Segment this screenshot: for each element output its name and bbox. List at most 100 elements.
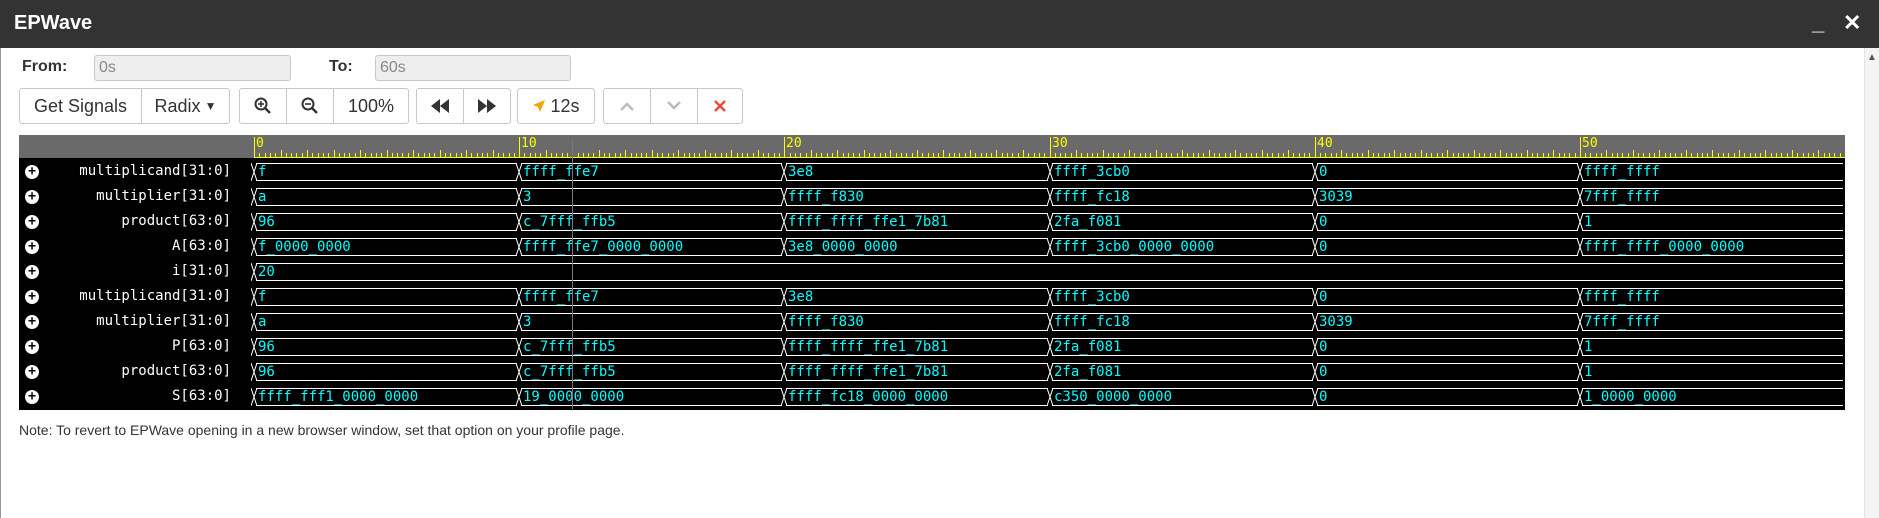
signal-value-segment[interactable]: 3 bbox=[521, 188, 782, 206]
vertical-scrollbar[interactable]: ▲ bbox=[1864, 48, 1879, 518]
radix-button[interactable]: Radix ▼ bbox=[141, 88, 230, 124]
signal-waveform[interactable]: f ffff_ffe7 3e8 ffff_3cb0 0 ffff_ffff bbox=[251, 285, 1845, 308]
time-cursor[interactable] bbox=[572, 139, 573, 409]
signal-value-segment[interactable]: ffff_fc18_0000_0000 bbox=[786, 388, 1048, 406]
signal-value-segment[interactable]: ffff_fc18 bbox=[1052, 188, 1313, 206]
expand-signal-icon[interactable]: + bbox=[25, 190, 39, 204]
time-ruler[interactable]: 0 10 20 30 40 50 bbox=[19, 135, 1845, 158]
signal-value-segment[interactable]: 0 bbox=[1317, 213, 1578, 231]
signal-value-segment[interactable]: ffff_3cb0 bbox=[1052, 288, 1313, 306]
signal-waveform[interactable]: 96 c_7fff_ffb5 ffff_ffff_ffe1_7b81 2fa_f081… bbox=[251, 360, 1845, 383]
signal-value-segment[interactable]: ffff_f830 bbox=[786, 188, 1048, 206]
signal-value-segment[interactable]: ffff_ffff bbox=[1582, 288, 1843, 306]
signal-value-segment[interactable]: ffff_ffff_ffe1_7b81 bbox=[786, 338, 1048, 356]
signal-value-segment[interactable]: 0 bbox=[1317, 338, 1578, 356]
signal-value-segment[interactable]: ffff_ffff_ffe1_7b81 bbox=[786, 363, 1048, 381]
signal-value-segment[interactable]: 0 bbox=[1317, 163, 1578, 181]
signal-waveform[interactable]: 96 c_7fff_ffb5 ffff_ffff_ffe1_7b81 2fa_f081… bbox=[251, 210, 1845, 233]
signal-value-segment[interactable]: c_7fff_ffb5 bbox=[521, 213, 782, 231]
signal-label-row[interactable]: + P[63:0] bbox=[19, 335, 254, 358]
expand-signal-icon[interactable]: + bbox=[25, 315, 39, 329]
signal-value-segment[interactable]: f bbox=[256, 288, 517, 306]
signal-value-segment[interactable]: ffff_ffe7 bbox=[521, 163, 782, 181]
signal-value-segment[interactable]: 3 bbox=[521, 313, 782, 331]
get-signals-button[interactable]: Get Signals bbox=[19, 88, 142, 124]
signal-waveform[interactable]: f_0000_0000 ffff_ffe7_0000_0000 3e8_0000_0… bbox=[251, 235, 1845, 258]
signal-label-row[interactable]: + multiplier[31:0] bbox=[19, 185, 254, 208]
signal-label-row[interactable]: + A[63:0] bbox=[19, 235, 254, 258]
signal-waveform[interactable]: a 3 ffff_f830 ffff_fc18 3039 7fff_ffff bbox=[251, 310, 1845, 333]
signal-value-segment[interactable]: 1 bbox=[1582, 363, 1843, 381]
signal-label-row[interactable]: + multiplicand[31:0] bbox=[19, 160, 254, 183]
signal-value-segment[interactable]: 3039 bbox=[1317, 188, 1578, 206]
cursor-time-button[interactable]: 12s bbox=[517, 88, 595, 124]
signal-value-segment[interactable]: 7fff_ffff bbox=[1582, 188, 1843, 206]
expand-signal-icon[interactable]: + bbox=[25, 215, 39, 229]
scroll-up-icon[interactable]: ▲ bbox=[1867, 52, 1877, 63]
signal-value-segment[interactable]: 1 bbox=[1582, 338, 1843, 356]
signal-value-segment[interactable]: f_0000_0000 bbox=[256, 238, 517, 256]
signal-value-segment[interactable]: 96 bbox=[256, 213, 517, 231]
signal-value-segment[interactable]: ffff_ffe7 bbox=[521, 288, 782, 306]
signal-value-segment[interactable]: ffff_3cb0 bbox=[1052, 163, 1313, 181]
signal-waveform[interactable]: f ffff_ffe7 3e8 ffff_3cb0 0 ffff_ffff bbox=[251, 160, 1845, 183]
signal-value-segment[interactable]: 3e8_0000_0000 bbox=[786, 238, 1048, 256]
move-down-button[interactable] bbox=[650, 88, 698, 124]
signal-waveform[interactable]: 96 c_7fff_ffb5 ffff_ffff_ffe1_7b81 2fa_f081… bbox=[251, 335, 1845, 358]
waveform-viewer[interactable]: 0 10 20 30 40 50 + multiplicand[31:0] f ffff_ffe… bbox=[19, 135, 1845, 410]
signal-value-segment[interactable]: f bbox=[256, 163, 517, 181]
expand-signal-icon[interactable]: + bbox=[25, 290, 39, 304]
from-field[interactable] bbox=[94, 55, 291, 81]
expand-signal-icon[interactable]: + bbox=[25, 240, 39, 254]
signal-value-segment[interactable]: ffff_ffff_0000_0000 bbox=[1582, 238, 1843, 256]
previous-transition-button[interactable] bbox=[416, 88, 464, 124]
next-transition-button[interactable] bbox=[463, 88, 511, 124]
signal-label-row[interactable]: + product[63:0] bbox=[19, 210, 254, 233]
signal-value-segment[interactable]: ffff_fff1_0000_0000 bbox=[256, 388, 517, 406]
signal-value-segment[interactable]: ffff_fc18 bbox=[1052, 313, 1313, 331]
signal-value-segment[interactable]: ffff_ffff bbox=[1582, 163, 1843, 181]
signal-waveform[interactable]: 20 bbox=[251, 260, 1845, 283]
signal-value-segment[interactable]: c_7fff_ffb5 bbox=[521, 363, 782, 381]
signal-label-row[interactable]: + multiplier[31:0] bbox=[19, 310, 254, 333]
expand-signal-icon[interactable]: + bbox=[25, 390, 39, 404]
signal-value-segment[interactable]: 2fa_f081 bbox=[1052, 338, 1313, 356]
signal-label-row[interactable]: + multiplicand[31:0] bbox=[19, 285, 254, 308]
signal-waveform[interactable]: a 3 ffff_f830 ffff_fc18 3039 7fff_ffff bbox=[251, 185, 1845, 208]
signal-value-segment[interactable]: a bbox=[256, 188, 517, 206]
signal-value-segment[interactable]: a bbox=[256, 313, 517, 331]
signal-value-segment[interactable]: 0 bbox=[1317, 288, 1578, 306]
signal-value-segment[interactable]: 0 bbox=[1317, 388, 1578, 406]
signal-value-segment[interactable]: 0 bbox=[1317, 238, 1578, 256]
signal-value-segment[interactable]: 3039 bbox=[1317, 313, 1578, 331]
zoom-in-button[interactable] bbox=[239, 88, 287, 124]
signal-value-segment[interactable]: 1_0000_0000 bbox=[1582, 388, 1843, 406]
signal-value-segment[interactable]: c350_0000_0000 bbox=[1052, 388, 1313, 406]
move-up-button[interactable] bbox=[603, 88, 651, 124]
signal-value-segment[interactable]: 96 bbox=[256, 338, 517, 356]
zoom-out-button[interactable] bbox=[286, 88, 334, 124]
signal-value-segment[interactable]: 96 bbox=[256, 363, 517, 381]
expand-signal-icon[interactable]: + bbox=[25, 165, 39, 179]
expand-signal-icon[interactable]: + bbox=[25, 365, 39, 379]
signal-value-segment[interactable]: ffff_ffe7_0000_0000 bbox=[521, 238, 782, 256]
signal-value-segment[interactable]: 3e8 bbox=[786, 288, 1048, 306]
signal-value-segment[interactable]: 7fff_ffff bbox=[1582, 313, 1843, 331]
signal-label-row[interactable]: + product[63:0] bbox=[19, 360, 254, 383]
signal-value-segment[interactable]: 2fa_f081 bbox=[1052, 213, 1313, 231]
signal-value-segment[interactable]: 0 bbox=[1317, 363, 1578, 381]
to-field[interactable] bbox=[375, 55, 571, 81]
signal-value-segment[interactable]: 3e8 bbox=[786, 163, 1048, 181]
signal-label-row[interactable]: + i[31:0] bbox=[19, 260, 254, 283]
signal-value-segment[interactable]: ffff_f830 bbox=[786, 313, 1048, 331]
signal-value-segment[interactable]: c_7fff_ffb5 bbox=[521, 338, 782, 356]
signal-value-segment[interactable]: ffff_3cb0_0000_0000 bbox=[1052, 238, 1313, 256]
signal-waveform[interactable]: ffff_fff1_0000_0000 19_0000_0000 ffff_fc18… bbox=[251, 385, 1845, 408]
expand-signal-icon[interactable]: + bbox=[25, 340, 39, 354]
zoom-level-button[interactable]: 100% bbox=[333, 88, 409, 124]
minimize-button[interactable]: _ bbox=[1812, 10, 1824, 36]
expand-signal-icon[interactable]: + bbox=[25, 265, 39, 279]
signal-value-segment[interactable]: ffff_ffff_ffe1_7b81 bbox=[786, 213, 1048, 231]
signal-value-segment[interactable]: 19_0000_0000 bbox=[521, 388, 782, 406]
remove-signal-button[interactable] bbox=[697, 88, 743, 124]
